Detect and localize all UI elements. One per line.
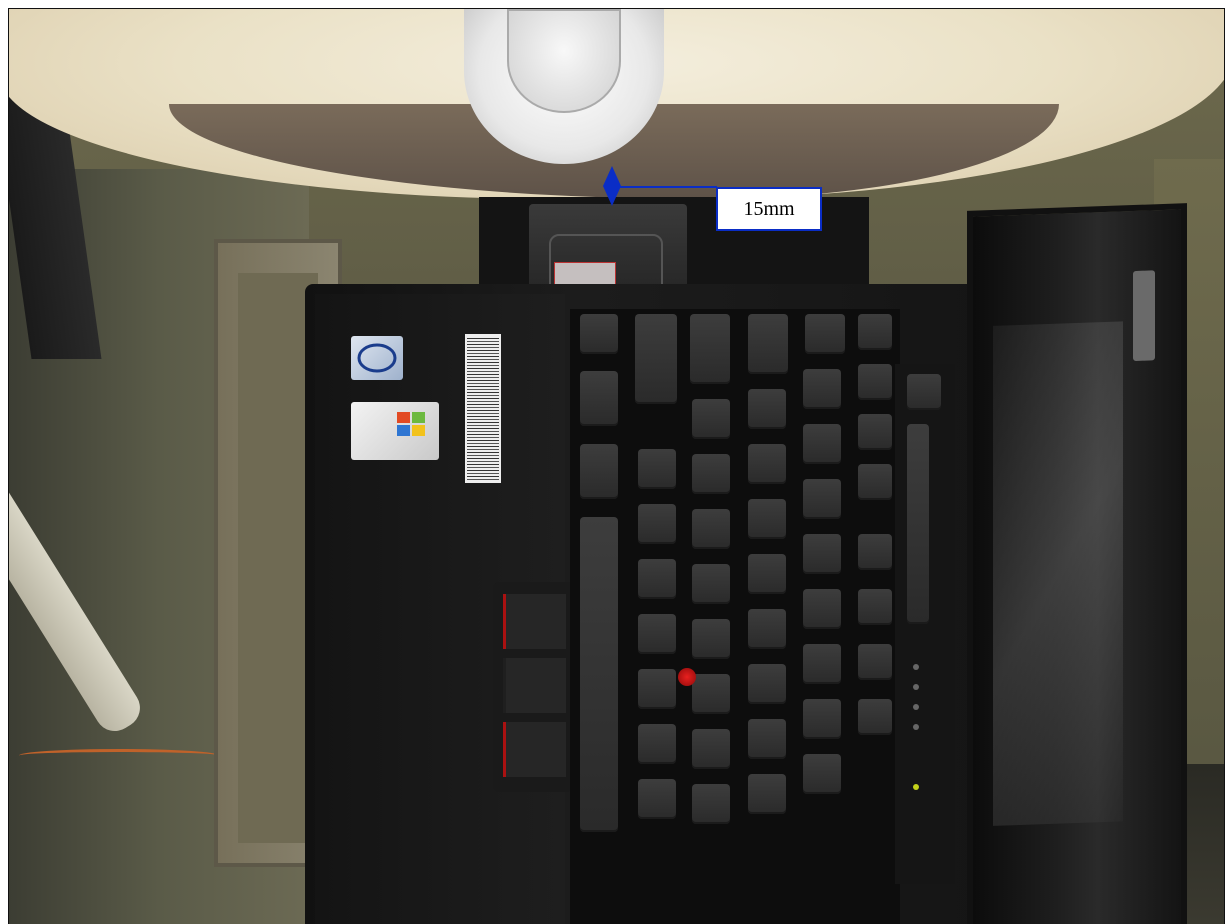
key <box>748 389 786 429</box>
barcode-label-icon <box>465 334 501 483</box>
key <box>803 369 841 409</box>
trackpoint-middle-button <box>503 658 566 713</box>
windows-sticker-icon <box>351 402 439 460</box>
key <box>748 314 788 374</box>
laptop-palmrest <box>315 294 573 924</box>
measurement-callout: 15mm <box>716 187 822 231</box>
key <box>638 504 676 544</box>
media-keys <box>907 424 929 624</box>
key <box>803 699 841 739</box>
key <box>692 399 730 439</box>
measurement-label: 15mm <box>743 197 795 220</box>
key <box>858 644 892 680</box>
key <box>858 589 892 625</box>
key <box>748 444 786 484</box>
key <box>692 454 730 494</box>
key <box>638 559 676 599</box>
measurement-leader-line <box>612 186 717 188</box>
key <box>803 424 841 464</box>
fitting-core <box>507 9 621 113</box>
status-led <box>913 724 919 730</box>
key <box>748 664 786 704</box>
windows-flag-icon <box>397 412 425 436</box>
key <box>858 534 892 570</box>
key <box>638 724 676 764</box>
key <box>803 534 841 574</box>
key <box>638 449 676 489</box>
key <box>858 414 892 450</box>
key <box>748 499 786 539</box>
trackpoint-right-button <box>503 722 566 777</box>
intel-sticker-icon <box>351 336 403 380</box>
status-led <box>913 684 919 690</box>
space-key <box>580 517 618 832</box>
key <box>638 779 676 819</box>
key <box>635 314 677 404</box>
key <box>858 314 892 350</box>
key <box>580 314 618 354</box>
lid-hinge-strip <box>895 364 955 884</box>
key <box>692 564 730 604</box>
keyboard <box>570 309 900 924</box>
laptop-screen <box>967 203 1187 924</box>
key <box>858 699 892 735</box>
status-led <box>913 704 919 710</box>
trackpoint-icon <box>678 668 696 686</box>
key <box>803 589 841 629</box>
key <box>803 754 841 794</box>
key <box>638 614 676 654</box>
key <box>692 674 730 714</box>
key <box>858 364 892 400</box>
key <box>692 784 730 824</box>
key <box>805 314 845 354</box>
key <box>580 444 618 499</box>
trackpoint-buttons <box>493 582 573 792</box>
key <box>748 774 786 814</box>
trackpoint-left-button <box>503 594 566 649</box>
laptop-base <box>305 284 985 924</box>
key <box>858 464 892 500</box>
orange-wire <box>19 749 219 762</box>
key <box>690 314 730 384</box>
key <box>748 719 786 759</box>
key <box>803 479 841 519</box>
screen-glare <box>993 321 1123 826</box>
key <box>748 609 786 649</box>
key <box>638 669 676 709</box>
photo-frame: 15mm <box>8 8 1225 924</box>
status-led <box>913 664 919 670</box>
key <box>748 554 786 594</box>
key <box>692 619 730 659</box>
key <box>692 509 730 549</box>
key <box>803 644 841 684</box>
lid-latch <box>1133 270 1155 362</box>
key <box>907 374 941 410</box>
intel-logo-icon <box>357 343 397 373</box>
key <box>692 729 730 769</box>
power-led <box>913 784 919 790</box>
key <box>580 371 618 426</box>
